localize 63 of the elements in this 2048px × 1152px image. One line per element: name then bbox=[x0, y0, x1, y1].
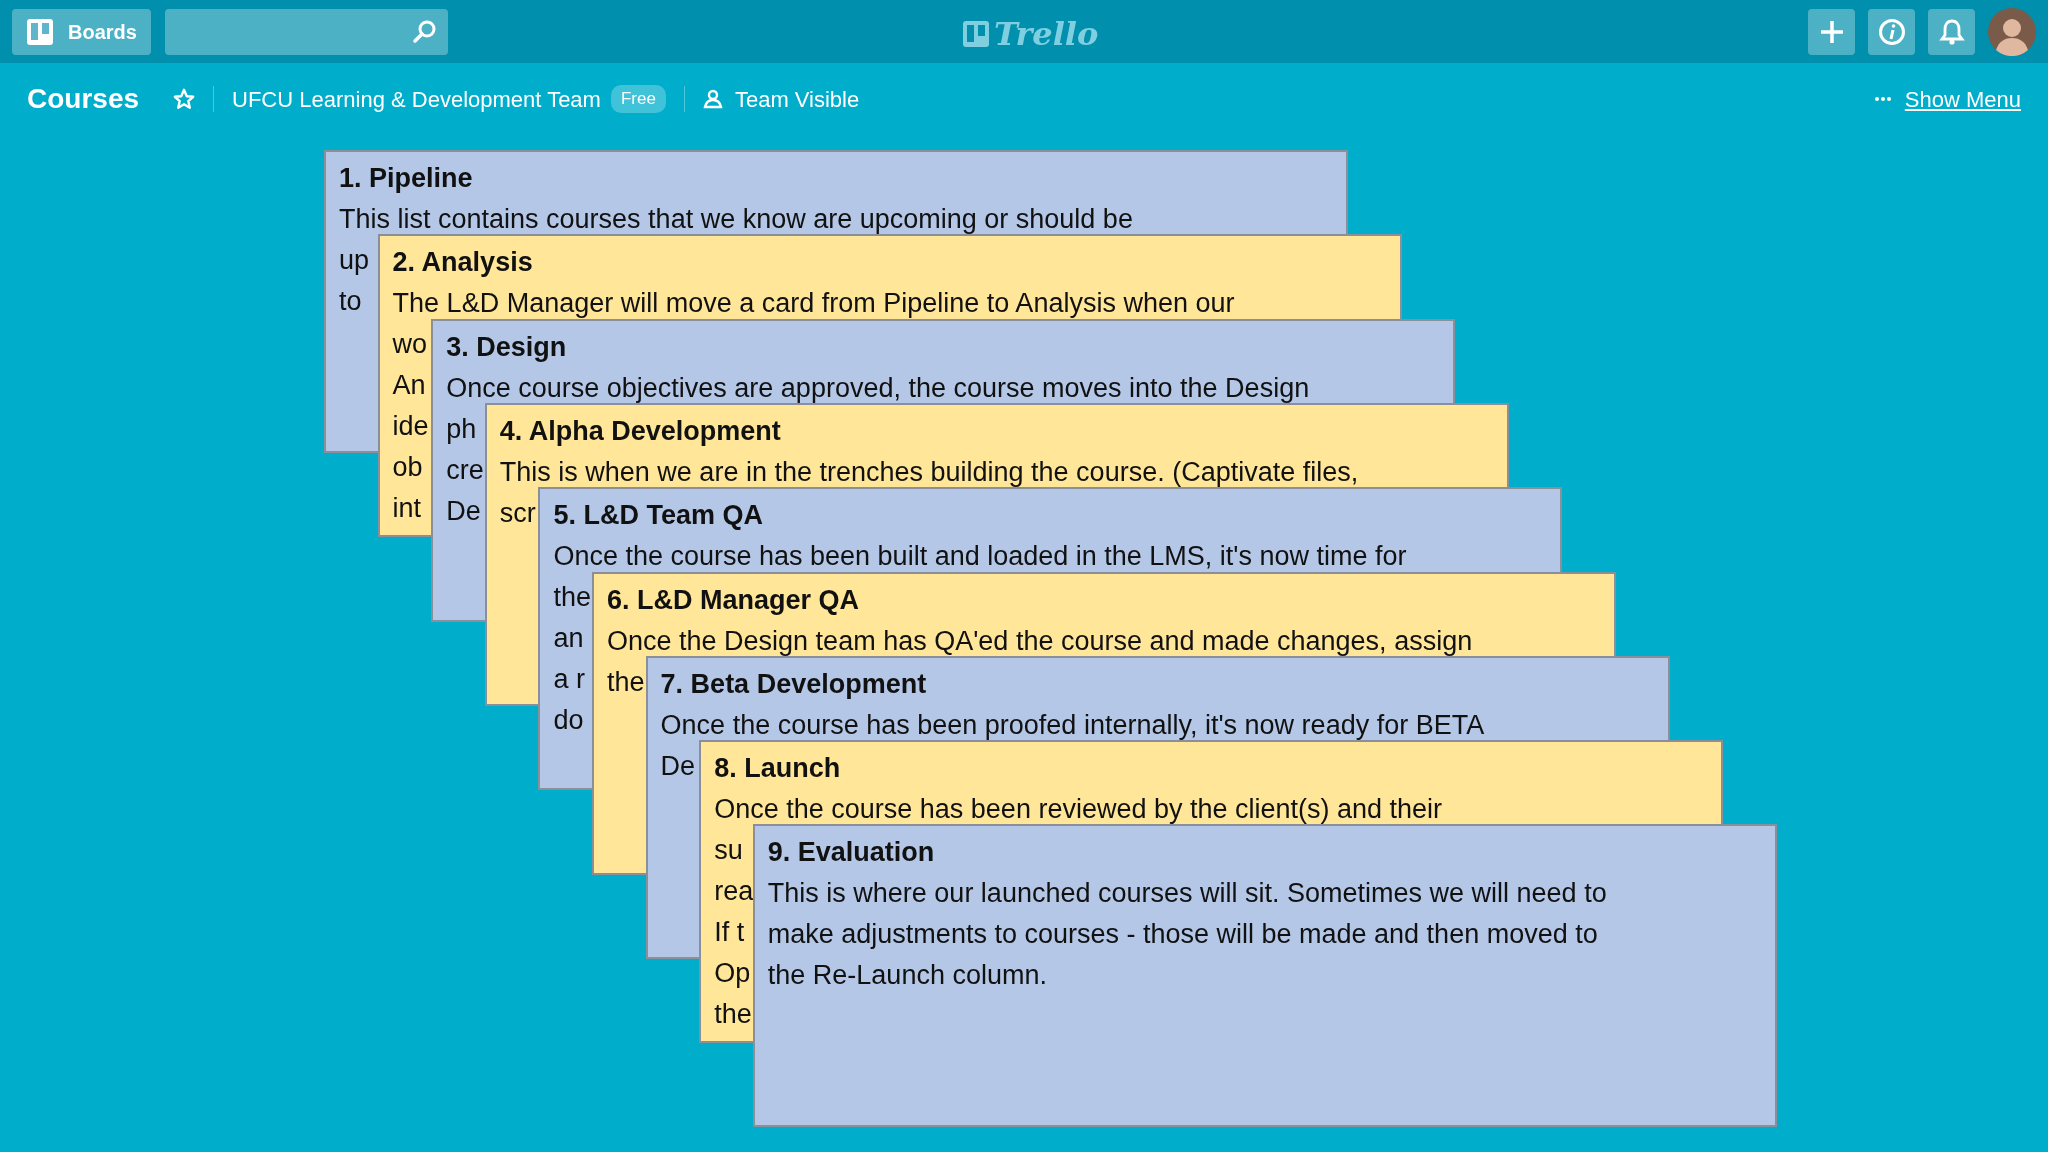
card-text: rea bbox=[714, 875, 754, 909]
card-text: This is where our launched courses will sit. Sometimes we will need to bbox=[767, 877, 1607, 911]
bell-icon bbox=[1938, 17, 1965, 46]
card-text: ph bbox=[446, 412, 477, 446]
card-title: 9. Evaluation bbox=[767, 836, 935, 870]
card-text: to bbox=[339, 285, 362, 318]
info-button[interactable] bbox=[1868, 8, 1915, 55]
card-title: 8. Launch bbox=[714, 752, 841, 786]
card-text: int bbox=[392, 492, 422, 526]
card-text: De bbox=[660, 749, 696, 783]
card-text: Once the course has been proofed internally, it's now ready for BETA bbox=[660, 708, 1485, 742]
card-text: the bbox=[607, 665, 645, 699]
card-text: scr bbox=[499, 496, 536, 530]
card-title: 1. Pipeline bbox=[339, 162, 473, 195]
logo-text[interactable]: Trello bbox=[994, 10, 1099, 58]
search-field[interactable] bbox=[164, 8, 448, 55]
card-text: Once the Design team has QA'ed the course and made changes, assign bbox=[607, 624, 1473, 658]
card-text: the bbox=[714, 998, 752, 1032]
show-menu-link[interactable]: Show Menu bbox=[1904, 82, 2021, 116]
search-icon bbox=[411, 18, 438, 45]
card-text: De bbox=[446, 494, 481, 528]
more-icon bbox=[1874, 97, 1891, 101]
card-text: This is when we are in the trenches building the course. (Captivate files, bbox=[499, 455, 1359, 489]
card-text: Once the course has been reviewed by the client(s) and their bbox=[714, 793, 1443, 827]
board-icon bbox=[26, 17, 54, 46]
board-icon bbox=[962, 20, 990, 48]
add-button[interactable] bbox=[1808, 8, 1855, 55]
card-title: 7. Beta Development bbox=[660, 667, 927, 701]
card-text: the Re-Launch column. bbox=[767, 959, 1047, 993]
card-text: make adjustments to courses - those will be made and then moved to bbox=[767, 918, 1598, 952]
card-text: An bbox=[392, 369, 426, 403]
card-title: 2. Analysis bbox=[392, 246, 533, 280]
card-text: Once course objectives are approved, the course moves into the Design bbox=[446, 371, 1310, 405]
card-title: 6. L&D Manager QA bbox=[607, 583, 860, 617]
plus-icon bbox=[1818, 18, 1845, 45]
team-link[interactable]: UFCU Learning & Development Team bbox=[232, 82, 601, 116]
visibility-button[interactable]: Team Visible bbox=[734, 82, 860, 116]
notifications-button[interactable] bbox=[1928, 8, 1975, 55]
card-title: 4. Alpha Development bbox=[499, 414, 781, 448]
card-text: a r bbox=[553, 663, 585, 697]
card-text: up bbox=[339, 244, 370, 277]
card-text: If t bbox=[714, 916, 745, 950]
card-text: su bbox=[714, 834, 743, 868]
card-text: The L&D Manager will move a card from Pipeline to Analysis when our bbox=[392, 287, 1235, 321]
card-text: do bbox=[553, 704, 584, 738]
card-text: the bbox=[553, 581, 591, 615]
board-title[interactable]: Courses bbox=[27, 78, 140, 120]
card-text: Once the course has been built and loaded in the LMS, it's now time for bbox=[553, 540, 1407, 574]
plan-badge: Free bbox=[610, 85, 666, 113]
team-icon bbox=[702, 89, 723, 109]
star-icon[interactable] bbox=[173, 88, 196, 110]
card-text: cre bbox=[446, 453, 484, 487]
info-icon bbox=[1877, 17, 1906, 46]
card-text: ide bbox=[392, 410, 429, 444]
card-text: This list contains courses that we know are upcoming or should be bbox=[339, 203, 1133, 236]
card-title: 5. L&D Team QA bbox=[553, 499, 763, 533]
boards-button[interactable]: Boards bbox=[12, 8, 151, 55]
card-text: Op bbox=[714, 957, 751, 991]
card-text: an bbox=[553, 622, 584, 656]
avatar[interactable] bbox=[1988, 7, 2036, 56]
card-text: wo bbox=[392, 328, 428, 362]
card-title: 3. Design bbox=[446, 330, 567, 364]
card-text: ob bbox=[392, 451, 423, 485]
